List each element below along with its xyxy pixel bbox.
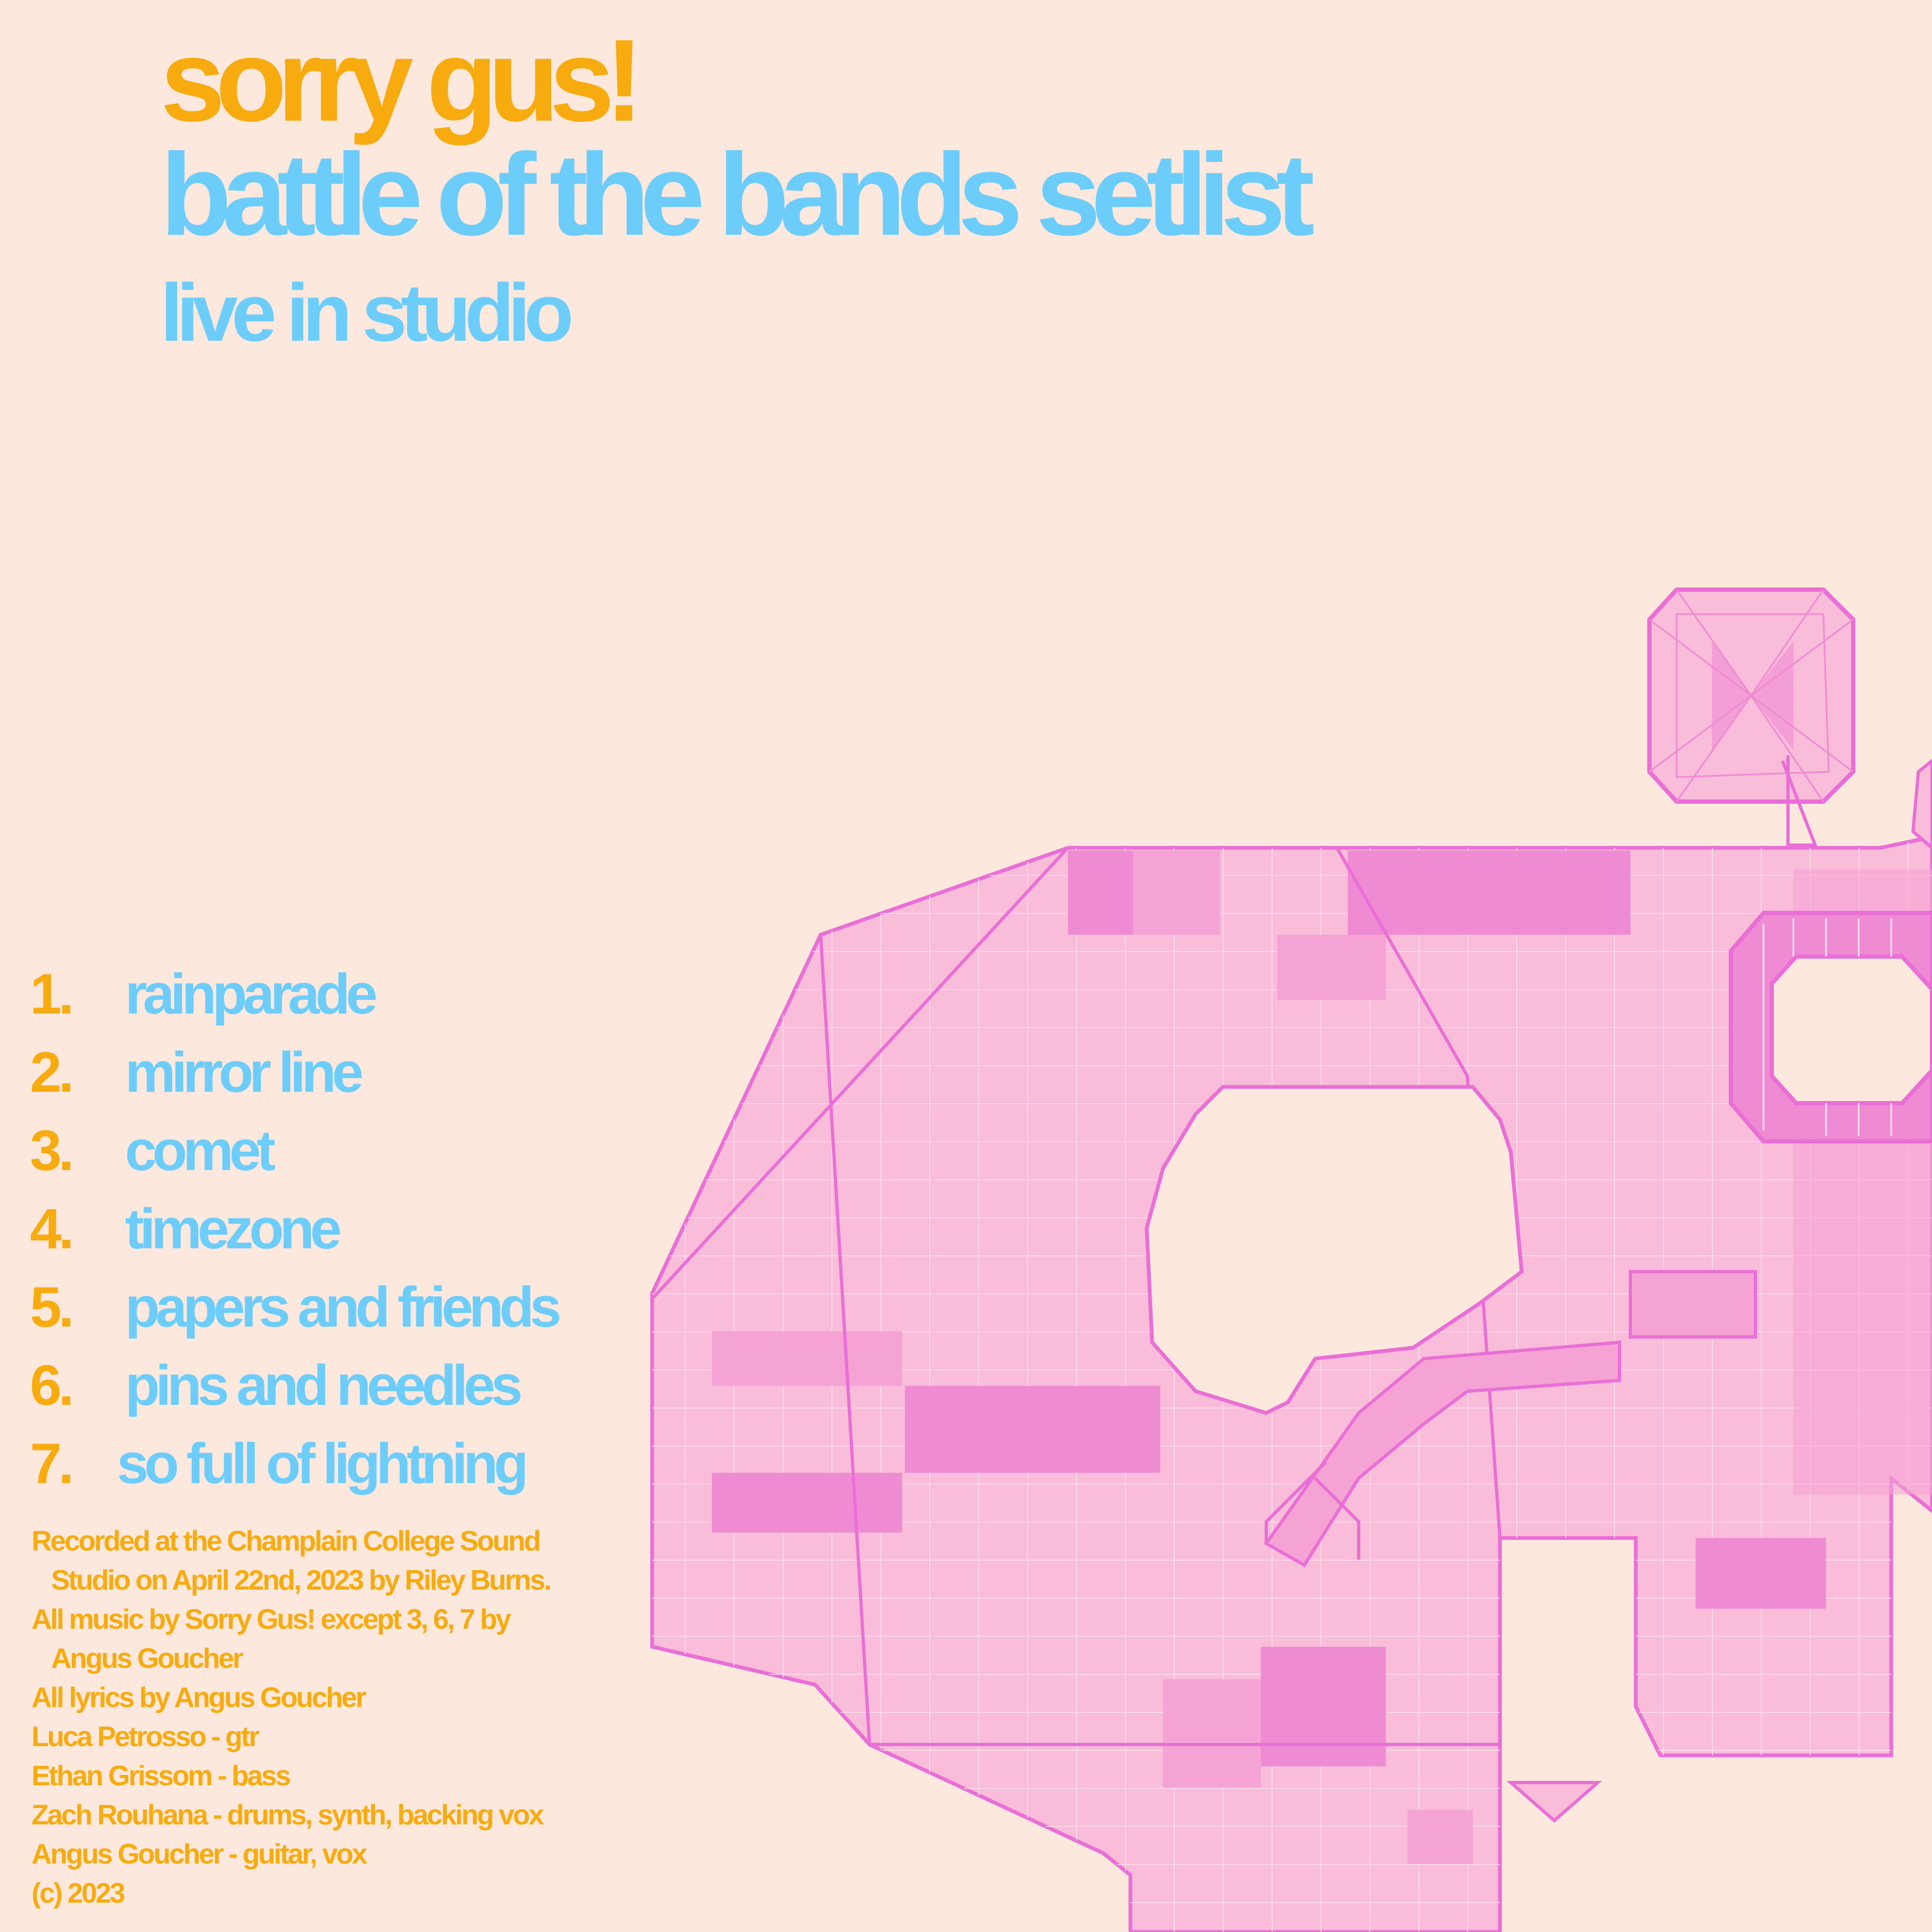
credit-line: Luca Petrosso - gtr <box>32 1721 260 1753</box>
track-title: timezone <box>125 1197 342 1261</box>
track-number: 7. <box>30 1432 74 1496</box>
track-title: papers and friends <box>125 1276 561 1339</box>
album-subtitle: live in studio <box>160 267 574 358</box>
copyright: (c) 2023 <box>32 1878 126 1909</box>
credit-line: Angus Goucher - guitar, vox <box>32 1839 367 1870</box>
track-number: 6. <box>30 1354 74 1417</box>
track-number: 1. <box>30 962 74 1026</box>
track-number: 2. <box>30 1041 74 1104</box>
credit-line: Angus Goucher <box>51 1643 243 1674</box>
credit-line: Ethan Grissom - bass <box>32 1760 291 1792</box>
track-number: 5. <box>30 1276 74 1339</box>
credit-line: Recorded at the Champlain College Sound <box>32 1525 541 1557</box>
track-title: comet <box>125 1119 276 1183</box>
credit-line: Zach Rouhana - drums, synth, backing vox <box>32 1799 544 1831</box>
track-title: pins and needles <box>125 1354 523 1417</box>
track-title: so full of lightning <box>117 1432 529 1496</box>
credit-line: All music by Sorry Gus! except 3, 6, 7 b… <box>32 1604 511 1635</box>
band-name: sorry gus! <box>160 15 643 146</box>
track-title: rainparade <box>125 962 378 1026</box>
track-number: 4. <box>30 1197 74 1261</box>
track-title: mirror line <box>125 1041 364 1104</box>
credits: Recorded at the Champlain College Sound … <box>32 1522 552 1913</box>
credit-line: All lyrics by Angus Goucher <box>32 1682 366 1714</box>
credit-line: Studio on April 22nd, 2023 by Riley Burn… <box>51 1565 552 1596</box>
album-title: battle of the bands setlist <box>160 129 1315 260</box>
track-number: 3. <box>30 1119 74 1183</box>
